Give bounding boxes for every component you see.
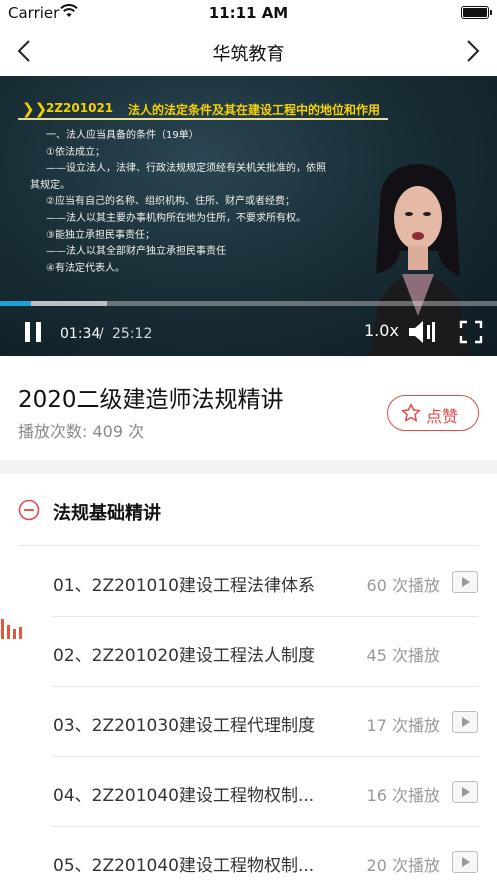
lesson-list: 01、2Z201010建设工程法律体系 60 次播放 02、2Z201020建设… <box>0 547 497 883</box>
lesson-play-count: 17 次播放 <box>366 716 440 735</box>
status-bar: Carrier 11:11 AM <box>0 0 497 26</box>
lesson-title: 03、2Z201030建设工程代理制度 <box>53 716 315 736</box>
lesson-title: 05、2Z201040建设工程物权制... <box>53 856 315 876</box>
slide-line: ①依法成立； <box>46 146 105 158</box>
lesson-item[interactable]: 03、2Z201030建设工程代理制度 17 次播放 <box>0 687 497 757</box>
slide-content: 一、法人应当具备的条件（19单） ①依法成立； ——设立法人，法律、行政法规规定… <box>30 128 360 277</box>
course-title: 2020二级建造师法规精讲 <box>18 387 284 413</box>
lesson-play-count: 60 次播放 <box>366 576 440 595</box>
battery-icon <box>461 6 492 19</box>
lesson-title: 01、2Z201010建设工程法律体系 <box>53 576 315 596</box>
slide-line: ③能独立承担民事责任； <box>46 229 155 241</box>
slide-title-bar: ❯❯ 2Z201021 法人的法定条件及其在建设工程中的地位和作用 <box>18 98 388 120</box>
lesson-play-count: 20 次播放 <box>366 856 440 875</box>
lesson-item[interactable]: 04、2Z201040建设工程物权制... 16 次播放 <box>0 757 497 827</box>
like-button[interactable]: 点赞 <box>387 395 479 431</box>
slide-line: ④有法定代表人。 <box>46 262 125 274</box>
slide-line: ——设立法人，法律、行政法规规定须经有关机关批准的，依照 <box>46 163 326 175</box>
play-count: 播放次数: 409 次 <box>18 422 145 441</box>
slide-line: ②应当有自己的名称、组织机构、住所、财产或者经费； <box>46 196 295 208</box>
lesson-play-count: 16 次播放 <box>366 786 440 805</box>
play-icon[interactable] <box>452 711 478 733</box>
lesson-item[interactable]: 05、2Z201040建设工程物权制... 20 次播放 <box>0 827 497 883</box>
double-chevron-icon: ❯❯ <box>22 100 48 118</box>
slide-line: 一、法人应当具备的条件（19单） <box>46 130 199 141</box>
lecture-slide: ❯❯ 2Z201021 法人的法定条件及其在建设工程中的地位和作用 一、法人应当… <box>0 76 497 356</box>
total-time: 25:12 <box>112 326 153 342</box>
slide-line: 其规定。 <box>30 179 70 191</box>
lesson-title: 04、2Z201040建设工程物权制... <box>53 786 315 806</box>
lesson-title: 02、2Z201020建设工程法人制度 <box>53 646 315 666</box>
lesson-item[interactable]: 02、2Z201020建设工程法人制度 45 次播放 <box>0 617 497 687</box>
slide-line: ——法人以其主要办事机构所在地为住所，不要求所有权。 <box>46 212 306 224</box>
now-playing-icon <box>1 619 22 639</box>
nav-title: 华筑教育 <box>212 44 285 65</box>
play-icon[interactable] <box>452 851 478 873</box>
nav-bar: 华筑教育 <box>0 26 497 76</box>
play-icon[interactable] <box>452 781 478 803</box>
star-icon <box>401 403 421 422</box>
divider <box>18 545 479 546</box>
minus-circle-icon[interactable] <box>18 499 40 521</box>
volume-icon[interactable] <box>406 319 436 345</box>
pause-icon[interactable] <box>22 320 44 344</box>
progress-fill <box>0 301 31 306</box>
video-player[interactable]: ❯❯ 2Z201021 法人的法定条件及其在建设工程中的地位和作用 一、法人应当… <box>0 76 497 356</box>
fullscreen-icon[interactable] <box>459 320 483 344</box>
current-time: 01:34 <box>60 326 101 342</box>
chevron-right-icon[interactable] <box>459 38 485 64</box>
play-icon[interactable] <box>452 571 478 593</box>
playback-speed-button[interactable]: 1.0x <box>364 321 399 340</box>
lesson-play-count: 45 次播放 <box>366 646 440 665</box>
status-time: 11:11 AM <box>208 4 289 22</box>
section-divider <box>0 460 497 474</box>
video-progress-bar[interactable] <box>0 301 497 306</box>
slide-title: 法人的法定条件及其在建设工程中的地位和作用 <box>128 103 381 117</box>
time-separator: / <box>99 326 104 342</box>
like-label: 点赞 <box>426 407 459 426</box>
chapter-header[interactable]: 法规基础精讲 <box>0 474 497 546</box>
lesson-item[interactable]: 01、2Z201010建设工程法律体系 60 次播放 <box>0 547 497 617</box>
slide-line: ——法人以其全部财产独立承担民事责任 <box>46 246 226 258</box>
slide-code: 2Z201021 <box>46 101 114 115</box>
chapter-title: 法规基础精讲 <box>53 503 161 524</box>
